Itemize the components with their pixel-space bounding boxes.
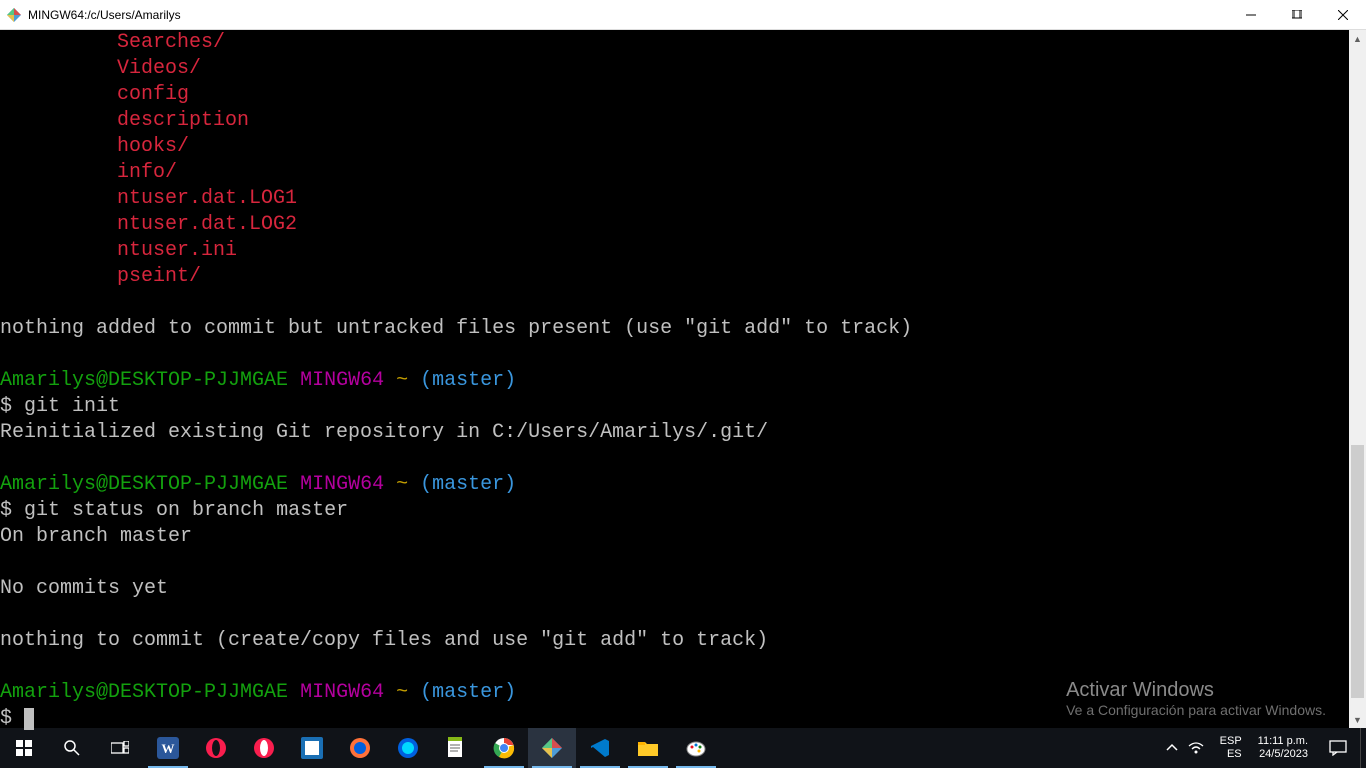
wifi-icon[interactable]: [1188, 742, 1204, 754]
firefox-icon: [349, 737, 371, 759]
scroll-track[interactable]: [1349, 47, 1366, 711]
taskbar-app-vscode[interactable]: [576, 728, 624, 768]
task-view-button[interactable]: [96, 728, 144, 768]
chrome-icon: [493, 737, 515, 759]
notification-icon: [1329, 740, 1347, 756]
word-icon: W: [157, 737, 179, 759]
lang-bottom: ES: [1220, 748, 1242, 761]
command-text: git status on branch master: [24, 499, 348, 522]
prompt-branch: (master): [420, 681, 516, 704]
prompt-user: Amarilys@DESKTOP-PJJMGAE: [0, 473, 288, 496]
output-line: On branch master: [0, 525, 192, 548]
prompt-user: Amarilys@DESKTOP-PJJMGAE: [0, 681, 288, 704]
prompt-path: ~: [396, 369, 408, 392]
prompt-branch: (master): [420, 473, 516, 496]
prompt-symbol: $: [0, 395, 12, 418]
output-line: nothing to commit (create/copy files and…: [0, 629, 768, 652]
windows-activation-watermark: Activar Windows Ve a Configuración para …: [1066, 679, 1326, 718]
file-entry: info/: [0, 160, 1349, 186]
file-entry: pseint/: [0, 264, 1349, 290]
operagx-icon: [253, 737, 275, 759]
file-entry: Videos/: [0, 56, 1349, 82]
taskbar-app-explorer[interactable]: [624, 728, 672, 768]
notifications-button[interactable]: [1316, 728, 1360, 768]
taskbar: W: [0, 728, 1366, 768]
svg-text:W: W: [162, 741, 175, 756]
gitbash-icon: [541, 737, 563, 759]
terminal-content[interactable]: Searches/Videos/configdescriptionhooks/i…: [0, 30, 1349, 728]
taskbar-app-opera[interactable]: [192, 728, 240, 768]
prompt-sys: MINGW64: [300, 681, 384, 704]
file-entry: description: [0, 108, 1349, 134]
software-icon: [301, 737, 323, 759]
search-icon: [63, 739, 81, 757]
maximize-button[interactable]: [1274, 0, 1320, 29]
prompt-sys: MINGW64: [300, 473, 384, 496]
scroll-up-button[interactable]: ▲: [1349, 30, 1366, 47]
clock[interactable]: 11:11 p.m. 24/5/2023: [1250, 735, 1316, 761]
file-entry: ntuser.dat.LOG2: [0, 212, 1349, 238]
prompt-path: ~: [396, 473, 408, 496]
taskbar-app-gitbash[interactable]: [528, 728, 576, 768]
lang-top: ESP: [1220, 735, 1242, 748]
clock-time: 11:11 p.m.: [1258, 735, 1308, 748]
taskbar-left: W: [0, 728, 720, 768]
file-entry: ntuser.dat.LOG1: [0, 186, 1349, 212]
paint-icon: [685, 737, 707, 759]
output-line: nothing added to commit but untracked fi…: [0, 317, 912, 340]
file-entry: ntuser.ini: [0, 238, 1349, 264]
cursor: [24, 708, 34, 730]
file-entry: config: [0, 82, 1349, 108]
notepadpp-icon: [446, 737, 466, 759]
window-controls: [1228, 0, 1366, 29]
vscode-icon: [589, 737, 611, 759]
search-button[interactable]: [48, 728, 96, 768]
file-entry: Searches/: [0, 30, 1349, 56]
taskbar-app-firefoxdev[interactable]: [384, 728, 432, 768]
language-indicator[interactable]: ESP ES: [1212, 735, 1250, 761]
prompt-sys: MINGW64: [300, 369, 384, 392]
prompt-path: ~: [396, 681, 408, 704]
taskbar-app-firefox[interactable]: [336, 728, 384, 768]
task-view-icon: [111, 741, 129, 755]
scroll-thumb[interactable]: [1351, 445, 1364, 697]
taskbar-app-word[interactable]: W: [144, 728, 192, 768]
scrollbar[interactable]: ▲ ▼: [1349, 30, 1366, 728]
show-desktop-button[interactable]: [1360, 728, 1366, 768]
title-bar-left: MINGW64:/c/Users/Amarilys: [0, 7, 181, 23]
output-line: No commits yet: [0, 577, 168, 600]
minimize-button[interactable]: [1228, 0, 1274, 29]
command-text: git init: [24, 395, 120, 418]
output-line: Reinitialized existing Git repository in…: [0, 421, 768, 444]
file-entry: hooks/: [0, 134, 1349, 160]
start-button[interactable]: [0, 728, 48, 768]
scroll-down-button[interactable]: ▼: [1349, 711, 1366, 728]
prompt-branch: (master): [420, 369, 516, 392]
prompt-symbol: $: [0, 707, 12, 730]
taskbar-app-notepadpp[interactable]: [432, 728, 480, 768]
terminal-window: Searches/Videos/configdescriptionhooks/i…: [0, 30, 1366, 728]
taskbar-app-software[interactable]: [288, 728, 336, 768]
taskbar-right: ESP ES 11:11 p.m. 24/5/2023: [1158, 728, 1366, 768]
prompt-user: Amarilys@DESKTOP-PJJMGAE: [0, 369, 288, 392]
prompt-symbol: $: [0, 499, 12, 522]
taskbar-app-chrome[interactable]: [480, 728, 528, 768]
clock-date: 24/5/2023: [1258, 748, 1308, 761]
app-icon: [6, 7, 22, 23]
tray-expand-icon[interactable]: [1166, 742, 1178, 754]
opera-icon: [205, 737, 227, 759]
watermark-title: Activar Windows: [1066, 679, 1326, 702]
title-bar: MINGW64:/c/Users/Amarilys: [0, 0, 1366, 30]
watermark-subtitle: Ve a Configuración para activar Windows.: [1066, 702, 1326, 718]
close-button[interactable]: [1320, 0, 1366, 29]
firefoxdev-icon: [397, 737, 419, 759]
system-tray[interactable]: [1158, 728, 1212, 768]
taskbar-app-operagx[interactable]: [240, 728, 288, 768]
window-title: MINGW64:/c/Users/Amarilys: [28, 8, 181, 22]
taskbar-app-paint[interactable]: [672, 728, 720, 768]
folder-icon: [637, 739, 659, 757]
